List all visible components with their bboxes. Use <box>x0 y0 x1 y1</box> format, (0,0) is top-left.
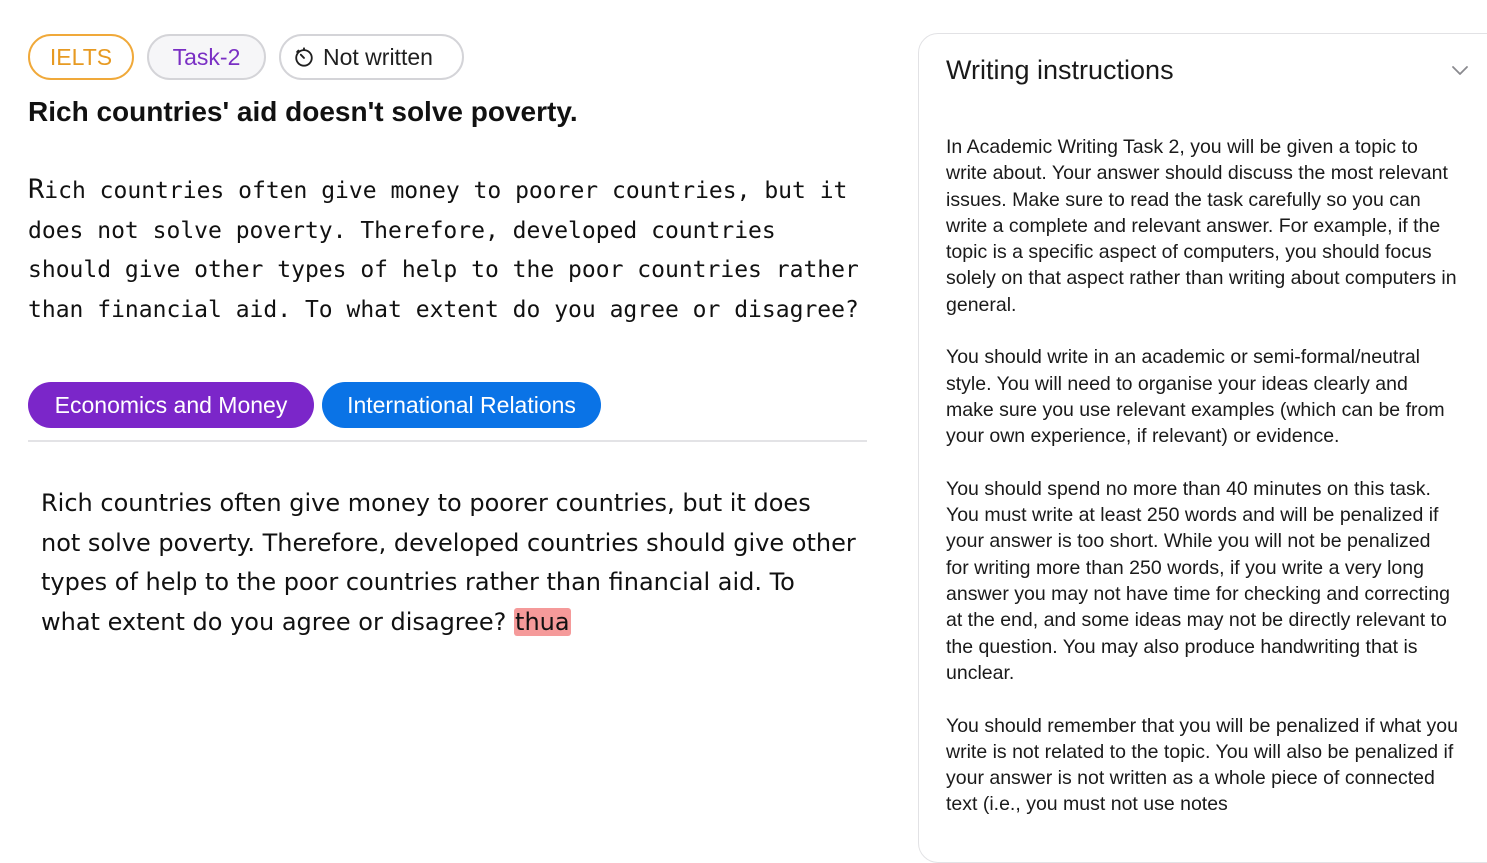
instruction-paragraph: You should remember that you will be pen… <box>946 714 1458 816</box>
status-badge-label: Not written <box>323 43 433 70</box>
task-badge[interactable]: Task-2 <box>147 34 266 80</box>
status-badge[interactable]: Not written <box>279 34 464 80</box>
task-title: Rich countries' aid doesn't solve povert… <box>28 96 578 127</box>
essay-editor[interactable]: Rich countries often give money to poore… <box>41 484 856 642</box>
tag-row: IELTS Task-2 Not written <box>28 34 464 80</box>
instruction-paragraph: You should spend no more than 40 minutes… <box>946 477 1451 684</box>
panel-header[interactable]: Writing instructions <box>946 52 1487 88</box>
topic-tag-international-relations[interactable]: International Relations <box>322 382 601 428</box>
writing-instructions-panel: Writing instructions In Academic Writing… <box>918 33 1487 863</box>
topic-tags: Economics and Money International Relati… <box>28 382 601 428</box>
timer-icon <box>295 47 313 67</box>
topic-tag-label: International Relations <box>347 391 576 418</box>
task-prompt: Rich countries often give money to poore… <box>28 170 868 330</box>
task-badge-label: Task-2 <box>172 43 241 70</box>
instruction-paragraph: In Academic Writing Task 2, you will be … <box>946 136 1457 316</box>
prompt-text: ich countries often give money to poorer… <box>28 178 859 323</box>
exam-badge-label: IELTS <box>49 43 113 70</box>
panel-title: Writing instructions <box>946 55 1174 85</box>
flagged-word[interactable]: thua <box>514 607 571 636</box>
divider <box>28 440 867 442</box>
prompt-first-letter: R <box>28 174 45 205</box>
task-pane: IELTS Task-2 Not written Rich countries'… <box>28 0 868 839</box>
topic-tag-label: Economics and Money <box>54 391 288 418</box>
topic-tag-economics[interactable]: Economics and Money <box>28 382 314 428</box>
essay-text: Rich countries often give money to poore… <box>41 489 856 636</box>
exam-badge[interactable]: IELTS <box>28 34 134 80</box>
instruction-paragraph: You should write in an academic or semi-… <box>946 346 1445 448</box>
chevron-down-icon[interactable] <box>1450 60 1470 80</box>
instructions-body: In Academic Writing Task 2, you will be … <box>946 134 1458 844</box>
